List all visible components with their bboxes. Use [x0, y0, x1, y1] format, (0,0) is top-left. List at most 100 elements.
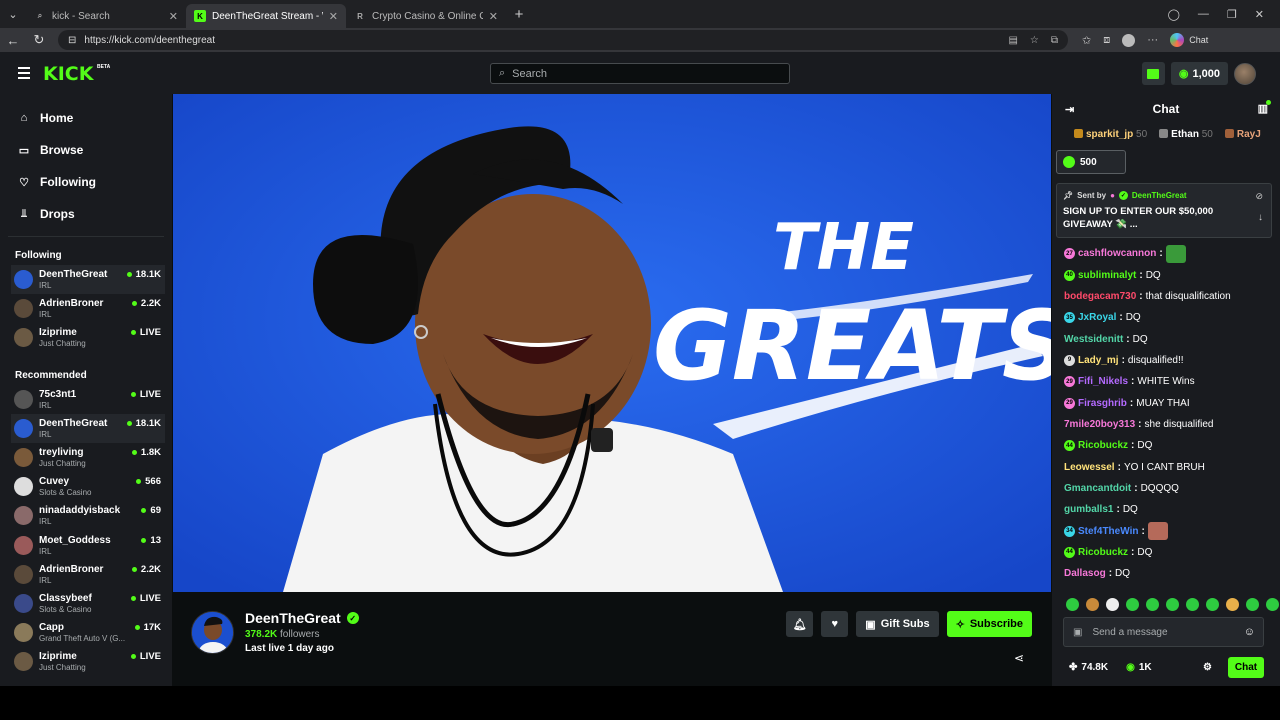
- chat-username[interactable]: cashflowcannon: [1078, 248, 1156, 259]
- chat-username[interactable]: Gmancantdoit: [1064, 483, 1131, 494]
- user-avatar[interactable]: [1234, 62, 1256, 85]
- tab-list-chevron-icon[interactable]: ⌄: [0, 0, 26, 28]
- minimize-icon[interactable]: —: [1198, 8, 1209, 20]
- more-menu-icon[interactable]: ···: [1147, 34, 1158, 46]
- maximize-icon[interactable]: ❐: [1227, 8, 1237, 21]
- close-tab-icon[interactable]: ✕: [329, 10, 338, 23]
- chat-username[interactable]: Westsidenitt: [1064, 334, 1123, 345]
- sidebar-channel[interactable]: Iziprime Just Chatting LIVE: [11, 323, 165, 352]
- sidebar-channel[interactable]: DeenTheGreat IRL 18.1K: [11, 265, 165, 295]
- new-tab-icon[interactable]: +: [506, 0, 532, 28]
- top-gifter[interactable]: RayJ: [1224, 128, 1261, 140]
- leaderboard-icon[interactable]: ▥: [1258, 100, 1271, 115]
- gift-goal[interactable]: 500: [1056, 150, 1126, 174]
- chat-username[interactable]: Ricobuckz: [1078, 547, 1128, 558]
- chat-username[interactable]: JxRoyal: [1078, 312, 1116, 323]
- back-icon[interactable]: ←: [0, 33, 26, 48]
- sidebar-channel[interactable]: DeenTheGreat IRL 18.1K: [11, 413, 165, 443]
- nav-browse[interactable]: ▭ Browse: [18, 134, 172, 166]
- collections-icon[interactable]: ⧈: [1103, 34, 1110, 47]
- colon: :: [1131, 376, 1135, 388]
- emote-icon[interactable]: [1106, 598, 1119, 611]
- site-info-icon[interactable]: ⊟: [68, 35, 76, 46]
- emote-icon[interactable]: [1186, 598, 1199, 611]
- chat-input[interactable]: ▣ Send a message ☺: [1063, 617, 1264, 647]
- sidebar-channel[interactable]: AdrienBroner IRL 2.2K: [11, 560, 165, 589]
- top-gifter[interactable]: sparkit_jp 50: [1074, 128, 1147, 140]
- sidebar-channel[interactable]: 75c3nt1 IRL LIVE: [11, 385, 165, 414]
- account-avatar-icon[interactable]: [1122, 33, 1136, 47]
- sidebar-channel[interactable]: Classybeef Slots & Casino LIVE: [11, 589, 165, 618]
- collapse-chat-icon[interactable]: ⇥: [1065, 103, 1074, 116]
- chat-username[interactable]: bodegacam730: [1064, 291, 1136, 302]
- nav-home[interactable]: ⌂ Home: [18, 102, 172, 134]
- settings-gear-icon[interactable]: ⚙: [1203, 662, 1212, 673]
- hide-pin-icon[interactable]: ⊘: [1255, 191, 1263, 202]
- reader-icon[interactable]: ▤: [1008, 35, 1017, 46]
- hamburger-menu-icon[interactable]: [18, 67, 30, 82]
- nav-drops[interactable]: ⫫ Drops: [18, 198, 172, 230]
- kick-coins-button[interactable]: ◉ 1,000: [1170, 62, 1228, 85]
- chat-username[interactable]: Firasghrib: [1078, 398, 1127, 409]
- chat-username[interactable]: Dallasog: [1064, 568, 1106, 579]
- chat-username[interactable]: Fifi_Nikels: [1078, 376, 1128, 387]
- emote-icon[interactable]: [1166, 598, 1179, 611]
- emote-icon[interactable]: [1146, 598, 1159, 611]
- refresh-icon[interactable]: ↻: [26, 32, 52, 48]
- video-player[interactable]: THE GREATS: [173, 94, 1051, 592]
- top-gifter[interactable]: Ethan 50: [1159, 128, 1213, 140]
- sidebar-channel[interactable]: ninadaddyisback IRL 69: [11, 501, 165, 530]
- points-count[interactable]: 1K: [1139, 662, 1152, 673]
- sidebar-channel[interactable]: Cuvey Slots & Casino 566: [11, 472, 165, 501]
- close-window-icon[interactable]: ✕: [1255, 8, 1264, 21]
- profile-icon[interactable]: ◯: [1168, 8, 1180, 21]
- send-chat-button[interactable]: Chat: [1228, 657, 1264, 678]
- close-tab-icon[interactable]: ✕: [169, 10, 178, 23]
- chat-username[interactable]: Stef4TheWin: [1078, 526, 1138, 537]
- search-input[interactable]: ⌕ Search: [490, 63, 790, 84]
- chat-username[interactable]: Ricobuckz: [1078, 440, 1128, 451]
- emote-icon[interactable]: [1206, 598, 1219, 611]
- sidebar-channel[interactable]: AdrienBroner IRL 2.2K: [11, 294, 165, 323]
- channel-avatar: [14, 448, 33, 468]
- close-tab-icon[interactable]: ✕: [489, 10, 498, 23]
- live-dot-icon: [130, 595, 136, 601]
- gift-subs-button[interactable]: ▣ Gift Subs: [856, 611, 939, 637]
- streamer-avatar[interactable]: [191, 611, 234, 654]
- sidebar-channel[interactable]: Iziprime Just Chatting LIVE: [11, 647, 165, 676]
- sidebar-channel[interactable]: Capp Grand Theft Auto V (G... 17K: [11, 618, 165, 647]
- copilot-chat-button[interactable]: Chat: [1170, 33, 1208, 47]
- emote-icon[interactable]: [1246, 598, 1259, 611]
- sidebar-channel[interactable]: treyliving Just Chatting 1.8K: [11, 443, 165, 472]
- emote-icon[interactable]: [1126, 598, 1139, 611]
- emoji-icon[interactable]: ☺: [1244, 626, 1255, 638]
- chat-username[interactable]: gumballs1: [1064, 504, 1113, 515]
- notifications-button[interactable]: 🔔︎: [786, 611, 814, 637]
- share-icon[interactable]: ⋖: [1014, 651, 1024, 665]
- favorite-star-icon[interactable]: ☆: [1030, 35, 1039, 46]
- streamer-name[interactable]: DeenTheGreat ✓: [245, 610, 359, 626]
- subscribe-button[interactable]: ✧ Subscribe: [946, 611, 1032, 637]
- chat-username[interactable]: Leowessel: [1064, 462, 1115, 473]
- sidebar-channel[interactable]: Moet_Goddess IRL 13: [11, 531, 165, 560]
- browser-tab-casino[interactable]: R Crypto Casino & Online Gambling ✕: [346, 4, 506, 28]
- extensions-icon[interactable]: ⧉: [1051, 35, 1058, 46]
- chat-username[interactable]: Lady_mj: [1078, 355, 1119, 366]
- follow-button[interactable]: ♥: [821, 611, 849, 637]
- expand-pin-icon[interactable]: ↓: [1258, 212, 1263, 223]
- chat-username[interactable]: subliminalyt: [1078, 270, 1136, 281]
- rewards-button[interactable]: [1141, 62, 1165, 85]
- emote-icon[interactable]: [1226, 598, 1239, 611]
- pinned-message[interactable]: 📌︎ Sent by ● ✓ DeenTheGreat SIGN UP TO ENTER…: [1056, 183, 1272, 238]
- nav-following[interactable]: ♡ Following: [18, 166, 172, 198]
- browser-tab-kick[interactable]: K DeenTheGreat Stream - Watch Live ✕: [186, 4, 346, 28]
- kick-logo[interactable]: KICK: [43, 63, 93, 85]
- chat-username[interactable]: 7mile20boy313: [1064, 419, 1135, 430]
- chat-settings-icon[interactable]: ▣: [1073, 627, 1082, 638]
- url-field[interactable]: ⊟ https://kick.com/deenthegreat ▤ ☆ ⧉: [58, 30, 1068, 50]
- browser-tab-search[interactable]: ⌕ kick - Search ✕: [26, 4, 186, 28]
- emote-icon[interactable]: [1266, 598, 1279, 611]
- favorites-icon[interactable]: ✩: [1082, 34, 1091, 47]
- emote-icon[interactable]: [1066, 598, 1079, 611]
- emote-icon[interactable]: [1086, 598, 1099, 611]
